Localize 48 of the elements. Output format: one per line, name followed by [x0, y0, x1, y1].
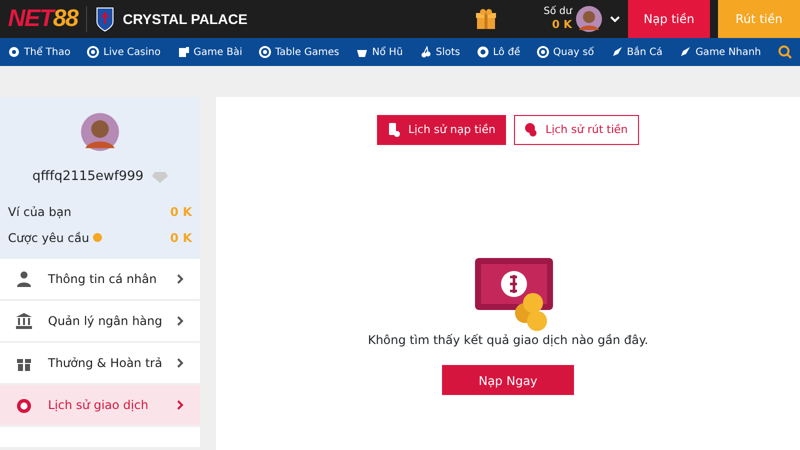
deposit-button[interactable]: Nạp tiền — [628, 0, 710, 38]
nav-link[interactable]: Thể Thao — [8, 44, 70, 60]
diamond-icon — [152, 170, 168, 183]
nav-link[interactable]: Game Nhanh — [679, 44, 762, 60]
gift-icon[interactable] — [476, 8, 496, 30]
chip-icon — [259, 46, 272, 58]
menu-item[interactable]: Quản lý ngân hàng — [0, 300, 200, 340]
balance-value: 0 K — [552, 18, 572, 32]
nav-link[interactable]: Live Casino — [87, 44, 161, 60]
history-tab[interactable]: Lịch sử nạp tiền — [377, 115, 506, 145]
search-icon[interactable] — [778, 45, 792, 59]
bet-value: 0 K — [170, 230, 192, 246]
nav-link[interactable]: Table Games — [259, 44, 340, 60]
menu-item[interactable]: Thưởng & Hoàn trả — [0, 342, 200, 382]
menu-item[interactable]: Lịch sử giao dịch — [0, 384, 200, 424]
chip-icon — [537, 46, 550, 58]
nav-link[interactable]: Game Bài — [178, 44, 242, 60]
avatar-icon — [81, 113, 119, 151]
nav-link[interactable]: Slots — [420, 44, 460, 60]
chevron-down-icon[interactable] — [610, 15, 620, 23]
chevron-right-icon — [177, 400, 184, 410]
nav-link[interactable]: Bắn Cá — [610, 44, 662, 60]
phone-icon — [388, 123, 400, 137]
nav-link[interactable]: Nổ Hũ — [356, 44, 403, 60]
nav-link[interactable]: Quay số — [537, 44, 594, 60]
deposit-now-button[interactable]: Nạp Ngay — [442, 365, 574, 395]
coin-icon — [525, 123, 538, 137]
bank-icon — [16, 312, 32, 328]
avatar-icon[interactable] — [576, 6, 602, 32]
cherry-icon — [420, 46, 432, 58]
balance-label: Số dư — [544, 6, 572, 18]
wallet-label: Ví của bạn — [8, 204, 72, 220]
chevron-right-icon — [177, 358, 184, 368]
menu-item[interactable]: Thông tin cá nhân — [0, 258, 200, 298]
empty-message: Không tìm thấy kết quả giao dịch nào gần đây. — [368, 332, 648, 349]
chip-icon — [87, 46, 100, 58]
partner-name: CRYSTAL PALACE — [122, 10, 248, 28]
logo[interactable]: NET88 — [8, 1, 78, 37]
person-icon — [16, 270, 32, 286]
chevron-right-icon — [177, 274, 184, 284]
chevron-right-icon — [177, 316, 184, 326]
history-icon — [16, 396, 32, 412]
username: qfffq2115ewf999 — [32, 168, 144, 186]
history-tab[interactable]: Lịch sử rút tiền — [514, 115, 639, 145]
crest-icon — [94, 6, 115, 32]
bet-label: Cược yêu cầu — [8, 230, 90, 246]
nav-link[interactable]: Lô đề — [477, 44, 520, 60]
wallet-value: 0 K — [170, 204, 192, 220]
